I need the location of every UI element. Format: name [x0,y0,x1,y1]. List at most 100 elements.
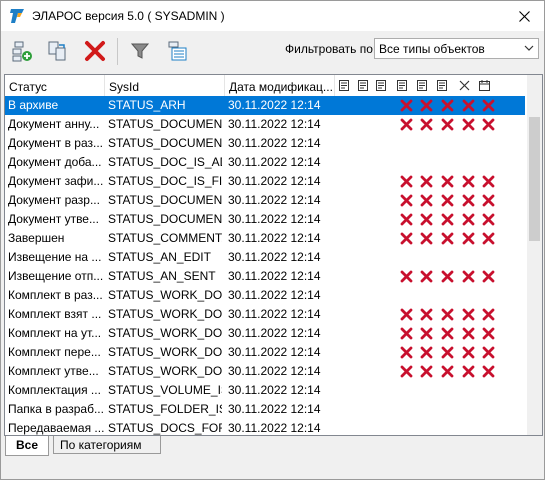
deny-icon [482,308,495,321]
cell-date: 30.11.2022 12:14 [228,231,321,245]
cell-sysid: STATUS_WORK_DO... [108,288,222,302]
deny-icon [400,194,413,207]
table-row[interactable]: Передаваемая ... STATUS_DOCS_FOR... 30.11.… [5,419,525,435]
deny-icon [462,365,475,378]
view-settings-icon [168,41,187,61]
add-object-button[interactable] [8,37,36,65]
deny-icon [462,118,475,131]
column-header-date[interactable]: Дата модификац... [225,75,335,97]
deny-icon [482,346,495,359]
cell-date: 30.11.2022 12:14 [228,174,321,188]
deny-icon [420,365,433,378]
tab-all[interactable]: Все [5,436,49,456]
copy-object-button[interactable] [44,37,72,65]
deny-icon [441,99,454,112]
column-header-sysid[interactable]: SysId [105,75,225,97]
table-row[interactable]: Документ в раз... STATUS_DOCUMEN... 30.11.… [5,134,525,153]
cell-date: 30.11.2022 12:14 [228,402,321,416]
tab-strip: Все По категориям [1,436,544,456]
save-icon [376,80,386,91]
deny-icon [400,99,413,112]
delete-button[interactable] [81,37,109,65]
table-row[interactable]: Извещение на ... STATUS_AN_EDIT 30.11.2022… [5,248,525,267]
deny-icon [462,232,475,245]
toolbar: Фильтровать по: Все типы объектов [1,32,544,72]
cell-status: Документ утве... [8,212,99,226]
toolbar-separator [117,38,118,65]
table-row[interactable]: Комплект на ут... STATUS_WORK_DO... 30.11.… [5,324,525,343]
scrollbar-thumb[interactable] [529,117,540,241]
cell-sysid: STATUS_AN_EDIT [108,250,211,264]
table-row[interactable]: Документ зафи... STATUS_DOC_IS_FIX... 30.1… [5,172,525,191]
sign-edit-icon [437,80,447,91]
deny-icon [441,365,454,378]
cell-status: Комплект взят ... [8,307,102,321]
cell-sysid: STATUS_VOLUME_IS... [108,383,222,397]
vertical-scrollbar[interactable] [527,75,542,435]
deny-icon [462,194,475,207]
table-row[interactable]: Папка в разраб... STATUS_FOLDER_IS_... 30.… [5,400,525,419]
cell-date: 30.11.2022 12:14 [228,421,321,435]
cell-sysid: STATUS_DOCUMEN... [108,212,222,226]
deny-icon [441,232,454,245]
cell-status: Комплектация ... [8,383,101,397]
table-row[interactable]: Комплектация ... STATUS_VOLUME_IS... 30.11… [5,381,525,400]
deny-icon [420,270,433,283]
cut-icon [459,80,470,91]
add-object-icon [12,41,32,62]
deny-icon [482,365,495,378]
deny-icon [441,270,454,283]
table-row[interactable]: Комплект в раз... STATUS_WORK_DO... 30.11.… [5,286,525,305]
deny-icon [441,346,454,359]
filter-button[interactable] [126,37,154,65]
cell-sysid: STATUS_DOCS_FOR... [108,421,222,435]
table-row[interactable]: Документ анну... STATUS_DOCUMEN... 30.11.2… [5,115,525,134]
close-button[interactable] [504,1,544,31]
deny-icon [400,213,413,226]
table-row[interactable]: Завершен STATUS_COMMENT... 30.11.2022 12:1… [5,229,525,248]
cell-sysid: STATUS_WORK_DO... [108,307,222,321]
deny-icon [400,308,413,321]
table-row[interactable]: Документ утве... STATUS_DOCUMEN... 30.11.2… [5,210,525,229]
deny-icon [441,213,454,226]
cell-sysid: STATUS_COMMENT... [108,231,222,245]
cell-status: Передаваемая ... [8,421,104,435]
table-row[interactable]: Извещение отп... STATUS_AN_SENT 30.11.2022… [5,267,525,286]
cell-date: 30.11.2022 12:14 [228,364,321,378]
deny-icon [441,175,454,188]
filter-label: Фильтровать по: [285,42,377,56]
table-row[interactable]: Комплект пере... STATUS_WORK_DO... 30.11.2… [5,343,525,362]
deny-icon [441,118,454,131]
tab-categories[interactable]: По категориям [53,436,161,454]
cell-date: 30.11.2022 12:14 [228,250,321,264]
cell-status: Извещение на ... [8,250,102,264]
chevron-down-icon [524,45,534,51]
cell-sysid: STATUS_WORK_DO... [108,364,222,378]
deny-icon [441,327,454,340]
table-header: Статус SysId Дата модификац... [5,75,525,98]
cell-sysid: STATUS_DOCUMEN... [108,136,222,150]
table-row[interactable]: Документ доба... STATUS_DOC_IS_AD... 30.11… [5,153,525,172]
table-row[interactable]: Комплект утве... STATUS_WORK_DO... 30.11.2… [5,362,525,381]
deny-icon [400,270,413,283]
cell-status: Завершен [8,231,65,245]
deny-icon [441,308,454,321]
cell-status: Документ анну... [8,117,100,131]
deny-icon [482,327,495,340]
edit-icon [358,80,368,91]
table-row[interactable]: Документ разр... STATUS_DOCUMEN... 30.11.2… [5,191,525,210]
table-row[interactable]: Комплект взят ... STATUS_WORK_DO... 30.11.… [5,305,525,324]
deny-icon [462,99,475,112]
deny-icon [420,346,433,359]
deny-icon [400,175,413,188]
column-header-status[interactable]: Статус [5,75,105,97]
cell-status: Документ в раз... [8,136,103,150]
deny-icon [462,175,475,188]
table-row[interactable]: В архиве STATUS_ARH 30.11.2022 12:14 [5,96,525,115]
cell-date: 30.11.2022 12:14 [228,193,321,207]
cell-date: 30.11.2022 12:14 [228,288,321,302]
filter-select[interactable]: Все типы объектов [374,38,539,59]
view-settings-button[interactable] [163,37,191,65]
cell-status: В архиве [8,98,59,112]
cell-status: Документ доба... [8,155,102,169]
